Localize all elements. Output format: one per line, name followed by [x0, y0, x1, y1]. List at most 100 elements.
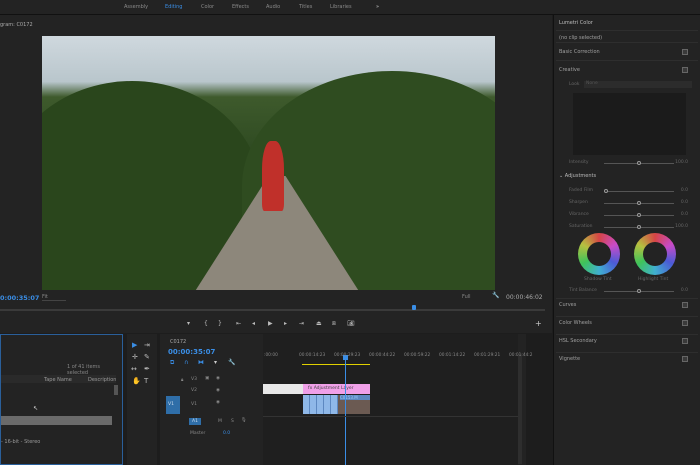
workspace-tab-audio[interactable]: Audio [266, 4, 280, 10]
more-workspaces-button[interactable]: » [376, 4, 379, 10]
section-hsl-secondary[interactable]: HSL Secondary [559, 338, 597, 344]
mark-out-button[interactable]: } [218, 320, 222, 327]
microphone-icon[interactable]: 🎙︎ [241, 418, 247, 423]
eye-icon[interactable]: ◉ [216, 376, 220, 381]
vibrance-slider[interactable] [604, 213, 674, 217]
video-clip-c0153[interactable]: C0153.M [338, 395, 370, 414]
sharpen-slider[interactable] [604, 201, 674, 205]
type-tool-icon[interactable]: T [144, 377, 148, 385]
column-description[interactable]: Description [88, 377, 116, 383]
source-patch-v1[interactable]: V1 [166, 396, 180, 414]
vibrance-slider-handle[interactable] [637, 213, 641, 217]
curves-checkbox[interactable] [682, 302, 688, 308]
track-label-v1[interactable]: V1 [191, 402, 197, 407]
work-area-bar[interactable] [302, 364, 370, 365]
extract-button[interactable]: ⧈ [332, 320, 336, 328]
mute-button[interactable]: M [218, 419, 222, 424]
faded-film-slider-handle[interactable] [604, 189, 608, 193]
workspace-tab-editing[interactable]: Editing [165, 4, 182, 10]
faded-film-value[interactable]: 0.0 [681, 188, 688, 193]
timeline-timecode[interactable]: 00:00:35:07 [168, 348, 215, 356]
eye-icon[interactable]: ◉ [216, 400, 220, 405]
basic-correction-checkbox[interactable] [682, 49, 688, 55]
adjustment-layer-clip[interactable]: fx Adjustment Layer [303, 384, 370, 394]
section-adjustments[interactable]: ⌄ Adjustments [559, 173, 596, 179]
track-label-v2[interactable]: V2 [191, 388, 197, 393]
nest-toggle-icon[interactable]: ⧉ [170, 359, 174, 367]
program-scrub-bar[interactable] [0, 305, 545, 311]
lock-icon[interactable]: 🔒︎ [181, 377, 183, 383]
zoom-level-dropdown[interactable]: Fit [42, 294, 66, 301]
faded-film-slider[interactable] [604, 189, 674, 193]
workspace-tab-assembly[interactable]: Assembly [124, 4, 148, 10]
saturation-slider-handle[interactable] [637, 225, 641, 229]
section-color-wheels[interactable]: Color Wheels [559, 320, 592, 326]
step-back-button[interactable]: ◂ [252, 320, 255, 327]
sharpen-value[interactable]: 0.0 [681, 200, 688, 205]
section-curves[interactable]: Curves [559, 302, 576, 308]
track-label-a1[interactable]: A1 [189, 418, 201, 425]
section-vignette[interactable]: Vignette [559, 356, 580, 362]
intensity-value[interactable]: 100.0 [675, 160, 688, 165]
mark-in-button[interactable]: { [204, 320, 208, 327]
highlight-tint-wheel[interactable] [634, 233, 676, 275]
playback-resolution-dropdown[interactable]: Full [462, 294, 482, 300]
workspace-tab-titles[interactable]: Titles [299, 4, 312, 10]
vignette-checkbox[interactable] [682, 356, 688, 362]
selection-tool-icon[interactable]: ▶ [132, 341, 137, 349]
selected-item-row[interactable] [1, 416, 112, 425]
track-label-v3[interactable]: V3 [191, 377, 197, 382]
sharpen-slider-handle[interactable] [637, 201, 641, 205]
project-scrollbar[interactable] [114, 385, 118, 395]
section-basic-correction[interactable]: Basic Correction [559, 49, 600, 55]
sync-lock-icon[interactable]: ▣ [205, 376, 209, 381]
step-forward-button[interactable]: ▸ [284, 320, 287, 327]
intensity-slider[interactable] [604, 161, 674, 165]
ripple-edit-tool-icon[interactable]: ✛ [132, 353, 138, 361]
color-wheels-checkbox[interactable] [682, 320, 688, 326]
add-marker-button[interactable]: ▾ [187, 320, 190, 327]
workspace-tab-effects[interactable]: Effects [232, 4, 249, 10]
sequence-tab[interactable]: C0172 [170, 339, 186, 345]
razor-tool-icon[interactable]: ✎ [144, 353, 150, 361]
video-clips[interactable] [303, 395, 338, 414]
tint-balance-slider[interactable] [604, 289, 674, 293]
look-dropdown[interactable]: None [584, 81, 692, 88]
add-marker-icon[interactable]: ▾ [214, 359, 217, 366]
creative-checkbox[interactable] [682, 67, 688, 73]
lift-button[interactable]: ⏏ [316, 320, 322, 327]
timeline-vertical-scrollbar[interactable] [518, 354, 522, 464]
master-volume[interactable]: 0.0 [223, 431, 230, 436]
slip-tool-icon[interactable]: ↔ [131, 365, 137, 373]
workspace-tab-libraries[interactable]: Libraries [330, 4, 352, 10]
program-playhead[interactable] [412, 305, 417, 310]
shadow-tint-wheel[interactable] [578, 233, 620, 275]
track-select-tool-icon[interactable]: ⇥ [144, 341, 150, 349]
column-tape-name[interactable]: Tape Name [44, 377, 72, 383]
saturation-value[interactable]: 100.0 [675, 224, 688, 229]
hsl-secondary-checkbox[interactable] [682, 338, 688, 344]
tint-balance-value[interactable]: 0.0 [681, 288, 688, 293]
play-button[interactable]: ▶ [268, 320, 273, 327]
lumetri-title[interactable]: Lumetri Color [559, 20, 593, 26]
wrench-icon[interactable]: 🔧 [492, 292, 499, 299]
eye-icon[interactable]: ◉ [216, 388, 220, 393]
button-editor-plus-icon[interactable]: + [535, 319, 542, 328]
snap-icon[interactable]: ∩ [184, 359, 188, 366]
program-monitor-title[interactable]: gram: C0172 [0, 22, 33, 28]
timeline-settings-wrench-icon[interactable]: 🔧 [228, 359, 235, 366]
program-timecode[interactable]: 0:00:35:07 [0, 294, 39, 302]
solo-button[interactable]: S [231, 419, 234, 424]
timeline-playhead[interactable] [345, 356, 346, 465]
saturation-slider[interactable] [604, 225, 674, 229]
go-to-in-button[interactable]: ⇤ [236, 320, 241, 327]
hand-tool-icon[interactable]: ✋ [132, 377, 141, 385]
clip-selector[interactable]: (no clip selected) [559, 35, 602, 41]
export-frame-button[interactable]: 📷︎ [347, 320, 355, 327]
linked-selection-icon[interactable]: ⧓ [198, 359, 204, 366]
workspace-tab-color[interactable]: Color [201, 4, 214, 10]
go-to-out-button[interactable]: ⇥ [299, 320, 304, 327]
section-creative[interactable]: Creative [559, 67, 580, 73]
pen-tool-icon[interactable]: ✒ [144, 365, 150, 373]
vibrance-value[interactable]: 0.0 [681, 212, 688, 217]
